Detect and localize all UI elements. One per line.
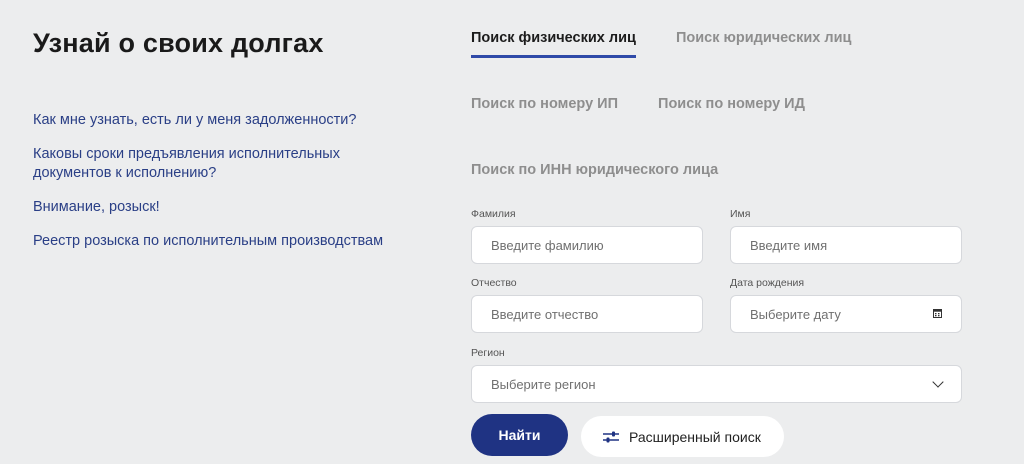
name-field: Имя Введите имя: [730, 208, 962, 264]
birthdate-field: Дата рождения Выберите дату: [730, 277, 962, 333]
patronymic-label: Отчество: [471, 277, 517, 289]
surname-label: Фамилия: [471, 208, 516, 220]
subtab-inn[interactable]: Поиск по ИНН юридического лица: [471, 162, 718, 178]
birthdate-label: Дата рождения: [730, 277, 805, 289]
name-input[interactable]: Введите имя: [730, 226, 962, 264]
region-field: Регион Выберите регион: [471, 347, 962, 403]
faq-link-debts[interactable]: Как мне узнать, есть ли у меня задолженн…: [33, 111, 413, 130]
birthdate-input[interactable]: Выберите дату: [730, 295, 962, 333]
surname-input[interactable]: Введите фамилию: [471, 226, 703, 264]
tab-individuals[interactable]: Поиск физических лиц: [471, 30, 636, 58]
subtab-ip-number[interactable]: Поиск по номеру ИП: [471, 96, 618, 112]
chevron-down-icon: [932, 376, 944, 388]
region-select[interactable]: Выберите регион: [471, 365, 962, 403]
faq-list: Как мне узнать, есть ли у меня задолженн…: [33, 111, 413, 266]
faq-link-wanted[interactable]: Внимание, розыск!: [33, 198, 413, 217]
search-subtabs: Поиск по номеру ИП Поиск по номеру ИД: [471, 96, 845, 112]
sliders-icon: [603, 431, 619, 442]
region-label: Регион: [471, 347, 505, 359]
name-label: Имя: [730, 208, 751, 220]
tab-legal-entities[interactable]: Поиск юридических лиц: [676, 30, 851, 58]
patronymic-field: Отчество Введите отчество: [471, 277, 703, 333]
surname-field: Фамилия Введите фамилию: [471, 208, 703, 264]
search-tabs: Поиск физических лиц Поиск юридических л…: [471, 30, 891, 58]
find-button[interactable]: Найти: [471, 414, 568, 456]
advanced-search-label: Расширенный поиск: [629, 428, 761, 445]
patronymic-input[interactable]: Введите отчество: [471, 295, 703, 333]
page-title: Узнай о своих долгах: [33, 28, 324, 58]
faq-link-registry[interactable]: Реестр розыска по исполнительным произво…: [33, 232, 413, 251]
subtab-id-number[interactable]: Поиск по номеру ИД: [658, 96, 805, 112]
faq-link-deadlines[interactable]: Каковы сроки предъявления исполнительных…: [33, 145, 363, 183]
advanced-search-button[interactable]: Расширенный поиск: [581, 416, 784, 457]
calendar-icon[interactable]: [933, 308, 942, 321]
